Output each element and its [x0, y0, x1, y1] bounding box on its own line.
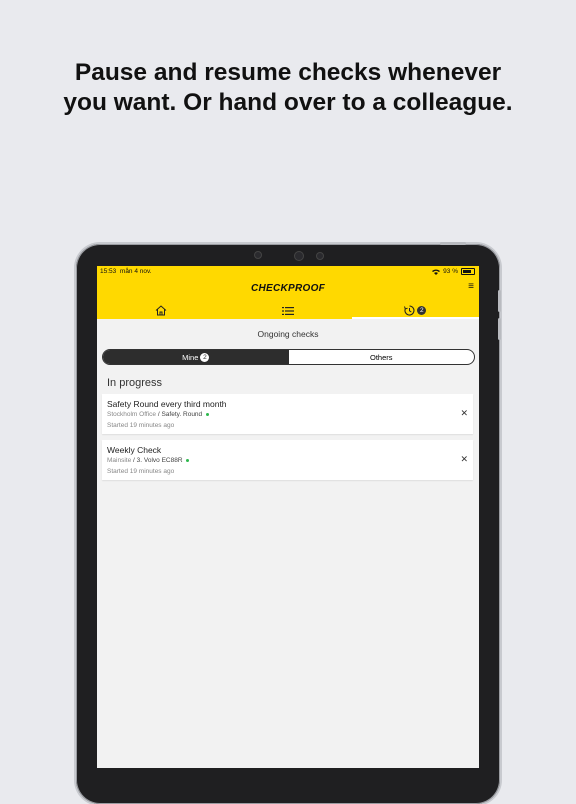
tab-checklists[interactable]: [224, 302, 351, 319]
status-date: mån 4 nov.: [119, 268, 152, 275]
segment-others-label: Others: [369, 352, 393, 362]
app-screen: 15:53 mån 4 nov. 93 % CHECKPROOF ≡ 2 Ong…: [97, 266, 479, 768]
volume-button: [498, 318, 501, 340]
sensor-icon: [316, 252, 324, 260]
mine-count-badge: 2: [200, 352, 210, 362]
check-site: Mainsite: [107, 457, 132, 464]
sensor-icon: [294, 251, 304, 261]
check-object: 3. Volvo EC88R: [136, 457, 183, 464]
segment-others[interactable]: Others: [289, 350, 475, 364]
close-icon[interactable]: ✕: [460, 454, 468, 465]
check-title: Weekly Check: [107, 445, 162, 455]
tab-ongoing-checks[interactable]: 2: [351, 302, 479, 319]
battery-percent: 93 %: [443, 268, 458, 275]
check-started: Started 19 minutes ago: [107, 422, 175, 429]
check-title: Safety Round every third month: [107, 399, 227, 409]
app-logo: CHECKPROOF: [250, 283, 326, 294]
list-icon: [281, 306, 294, 316]
section-title: In progress: [107, 377, 163, 389]
volume-button: [498, 290, 501, 312]
close-icon[interactable]: ✕: [460, 408, 468, 419]
check-location: Stockholm Office / Safety. Round: [107, 411, 209, 418]
check-started: Started 19 minutes ago: [107, 468, 175, 475]
battery-icon: [461, 268, 475, 275]
check-object: Safety. Round: [161, 411, 203, 418]
tab-bar: 2: [97, 302, 479, 319]
headline-line-1: Pause and resume checks whenever: [74, 59, 502, 86]
ongoing-check-card[interactable]: Safety Round every third month Stockholm…: [102, 394, 473, 434]
ongoing-count-badge: 2: [417, 306, 427, 315]
segment-mine-label: Mine: [182, 352, 199, 362]
headline-line-2: you want. Or hand over to a colleague.: [63, 89, 513, 116]
ongoing-checks-icon: [404, 305, 415, 316]
tab-home[interactable]: [97, 302, 224, 319]
menu-icon[interactable]: ≡: [468, 281, 474, 292]
home-icon: [155, 305, 167, 316]
status-dot: [186, 458, 190, 462]
page-title: Ongoing checks: [257, 329, 319, 339]
status-right: 93 %: [432, 268, 475, 275]
check-site: Stockholm Office: [107, 411, 157, 418]
headline: Pause and resume checks whenever you wan…: [0, 58, 576, 118]
status-bar: 15:53 mån 4 nov. 93 %: [100, 268, 475, 278]
status-time-date: 15:53 mån 4 nov.: [100, 268, 152, 275]
ongoing-check-card[interactable]: Weekly Check Mainsite / 3. Volvo EC88R S…: [102, 440, 473, 480]
check-location: Mainsite / 3. Volvo EC88R: [107, 457, 190, 464]
app-header: 15:53 mån 4 nov. 93 % CHECKPROOF ≡ 2: [97, 266, 479, 319]
wifi-icon: [432, 269, 441, 275]
camera-icon: [254, 251, 262, 259]
status-dot: [205, 412, 209, 416]
power-button: [440, 242, 466, 245]
status-time: 15:53: [100, 268, 117, 275]
ownership-segmented-control: Mine 2 Others: [102, 349, 475, 365]
segment-mine[interactable]: Mine 2: [103, 350, 289, 364]
